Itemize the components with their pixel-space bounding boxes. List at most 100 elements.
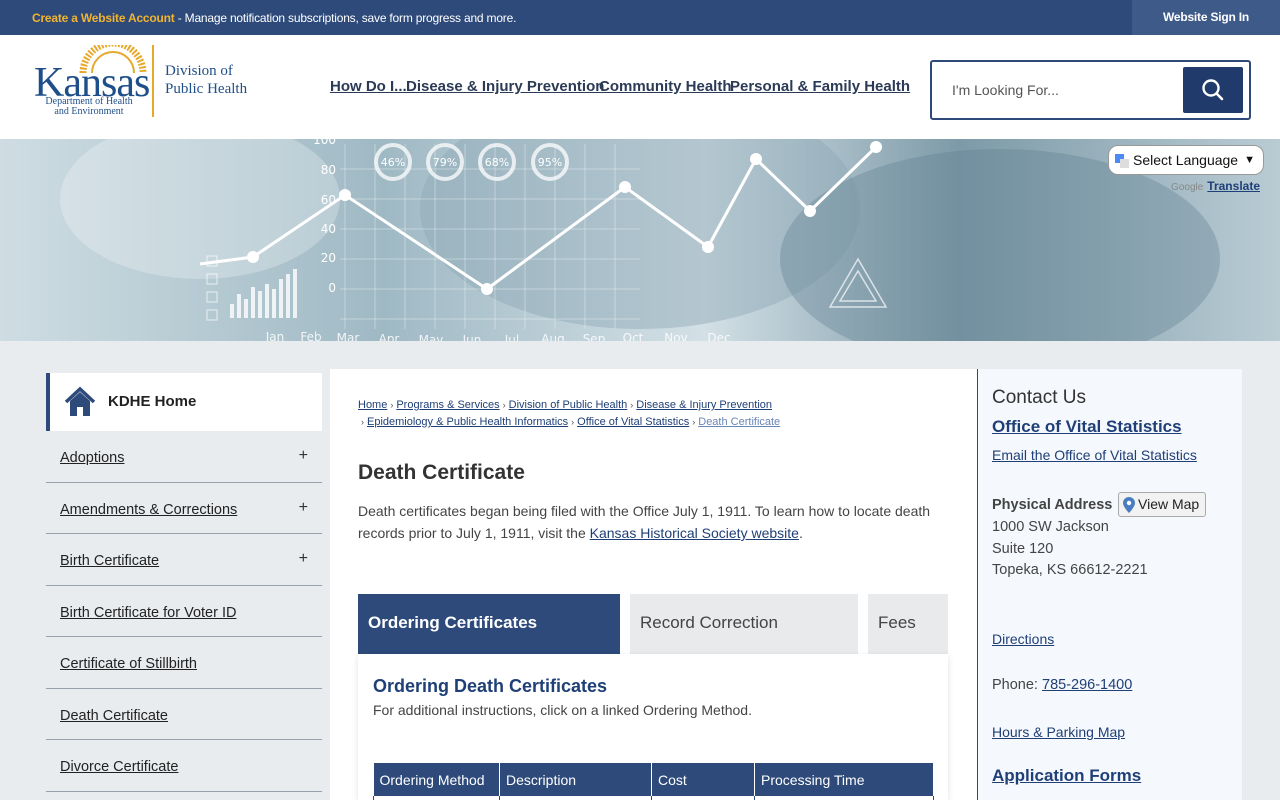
map-pin-icon <box>1123 497 1135 513</box>
sidebar-item-birth-certificate[interactable]: Birth Certificate + <box>46 534 322 586</box>
application-forms-link[interactable]: Application Forms <box>992 766 1141 786</box>
promo-text: - Manage notification subscriptions, sav… <box>174 11 517 25</box>
breadcrumb-link[interactable]: Epidemiology & Public Health Informatics <box>367 416 568 428</box>
view-map-button[interactable]: View Map <box>1118 492 1206 517</box>
office-link[interactable]: Office of Vital Statistics <box>992 417 1182 437</box>
breadcrumb: Home › Programs & Services › Division of Pub… <box>358 397 818 431</box>
table-header: Description <box>499 763 652 796</box>
banner-y-tick: 40 <box>321 222 336 236</box>
site-search: I'm Looking For... <box>930 60 1251 120</box>
banner-circle-label: 79% <box>433 156 457 169</box>
contact-title: Contact Us <box>992 387 1086 408</box>
breadcrumb-link[interactable]: Programs & Services <box>396 399 499 411</box>
sidebar-item-birth-certificate-voter-id[interactable]: Birth Certificate for Voter ID <box>46 586 322 637</box>
expand-icon[interactable]: + <box>299 550 308 568</box>
logo-divider <box>152 45 154 117</box>
select-language-label: Select Language <box>1133 152 1239 168</box>
panel-heading: Ordering Death Certificates <box>373 676 608 696</box>
hours-parking-link[interactable]: Hours & Parking Map <box>992 724 1125 740</box>
search-input[interactable]: I'm Looking For... <box>952 82 1059 98</box>
email-link[interactable]: Email the Office of Vital Statistics <box>992 447 1197 463</box>
banner-month: Dec <box>707 331 730 341</box>
sidebar-item-certificate-of-stillbirth[interactable]: Certificate of Stillbirth <box>46 637 322 689</box>
banner-month: Nov <box>664 331 687 341</box>
banner-month: Apr <box>379 332 400 341</box>
search-icon <box>1202 79 1224 101</box>
sign-in-button[interactable]: Website Sign In <box>1132 0 1280 35</box>
sidebar-item-label[interactable]: Certificate of Stillbirth <box>60 656 197 672</box>
table-header-row: Ordering Method Description Cost Process… <box>373 763 934 796</box>
banner-month: Jan <box>265 330 285 341</box>
sidebar-item-label[interactable]: Birth Certificate for Voter ID <box>60 605 236 621</box>
expand-icon[interactable]: + <box>299 499 308 517</box>
nav-disease-injury-prevention[interactable]: Disease & Injury Prevention <box>406 78 604 95</box>
address-line: 1000 SW Jackson <box>992 519 1109 535</box>
sidebar-item-label[interactable]: Adoptions <box>60 450 125 466</box>
hero-banner: 46% 79% 68% 95% 100 80 60 40 20 0 Jan Fe… <box>0 139 1280 341</box>
home-icon <box>64 386 96 416</box>
sidebar-item-amendments-corrections[interactable]: Amendments & Corrections + <box>46 483 322 534</box>
contact-panel: Contact Us Office of Vital Statistics Em… <box>978 369 1242 800</box>
view-map-label: View Map <box>1138 496 1200 512</box>
banner-circle-label: 46% <box>381 156 405 169</box>
nav-personal-family-health[interactable]: Personal & Family Health <box>730 78 910 95</box>
logo-dept-line2: and Environment <box>54 106 124 117</box>
logo-division-line2: Public Health <box>165 81 248 97</box>
language-select[interactable]: Select Language ▼ <box>1108 145 1264 175</box>
logo-division: Division of Public Health <box>165 62 247 98</box>
sidebar-item-label[interactable]: Amendments & Corrections <box>60 502 237 518</box>
google-label: Google <box>1171 182 1204 193</box>
table-header: Ordering Method <box>373 763 500 796</box>
breadcrumb-link[interactable]: Division of Public Health <box>509 399 628 411</box>
phone: Phone: 785-296-1400 <box>992 677 1132 693</box>
sidebar-item-label[interactable]: Birth Certificate <box>60 553 159 569</box>
banner-circle-label: 95% <box>538 156 562 169</box>
address-line: Suite 120 <box>992 541 1054 557</box>
breadcrumb-link[interactable]: Disease & Injury Prevention <box>636 399 772 411</box>
table-header: Cost <box>651 763 755 796</box>
sidebar-item-divorce-certificate[interactable]: Divorce Certificate <box>46 740 322 792</box>
banner-month: Feb <box>300 330 321 341</box>
banner-y-tick: 80 <box>321 163 336 177</box>
chevron-down-icon: ▼ <box>1244 154 1255 166</box>
sidebar-item-label[interactable]: Divorce Certificate <box>60 759 178 775</box>
nav-community-health[interactable]: Community Health <box>599 78 732 95</box>
breadcrumb-separator: › <box>571 417 575 427</box>
historical-society-link[interactable]: Kansas Historical Society website <box>590 525 799 541</box>
breadcrumb-link[interactable]: Home <box>358 399 387 411</box>
account-promo: Create a Website Account - Manage notifi… <box>32 11 516 25</box>
table-row <box>373 796 934 800</box>
sidebar-item-label[interactable]: Death Certificate <box>60 708 168 724</box>
breadcrumb-link[interactable]: Office of Vital Statistics <box>577 416 689 428</box>
sidebar-item-adoptions[interactable]: Adoptions + <box>46 431 322 483</box>
nav-how-do-i[interactable]: How Do I... <box>330 78 407 95</box>
sidebar-item-kdhe-home[interactable]: KDHE Home <box>46 373 322 431</box>
banner-month: Aug <box>541 332 564 341</box>
site-header: Kansas Department of Health and Environm… <box>0 35 1280 139</box>
phone-link[interactable]: 785-296-1400 <box>1042 677 1132 693</box>
breadcrumb-separator: › <box>692 417 696 427</box>
create-account-link[interactable]: Create a Website Account <box>32 11 175 25</box>
breadcrumb-current[interactable]: Death Certificate <box>698 416 780 428</box>
breadcrumb-separator: › <box>390 400 394 410</box>
banner-circle-label: 68% <box>485 156 509 169</box>
banner-month: Oct <box>623 331 644 341</box>
banner-y-tick: 100 <box>313 139 336 147</box>
sidebar-home-label: KDHE Home <box>108 393 197 410</box>
translate-powered-by: Google Translate <box>1171 179 1260 193</box>
expand-icon[interactable]: + <box>299 447 308 465</box>
search-button[interactable] <box>1183 67 1243 113</box>
translate-link[interactable]: Translate <box>1207 179 1260 193</box>
banner-graphic: 46% 79% 68% 95% 100 80 60 40 20 0 Jan Fe… <box>60 139 1220 341</box>
tab-record-correction[interactable]: Record Correction <box>630 594 858 654</box>
sidebar-item-death-certificate[interactable]: Death Certificate <box>46 689 322 740</box>
directions-link[interactable]: Directions <box>992 631 1054 647</box>
main-content: Home › Programs & Services › Division of Pub… <box>330 369 978 800</box>
kdhe-logo[interactable]: Kansas Department of Health and Environm… <box>34 45 264 120</box>
tab-fees[interactable]: Fees <box>868 594 948 654</box>
tab-ordering-certificates[interactable]: Ordering Certificates <box>358 594 620 654</box>
panel-description: For additional instructions, click on a … <box>373 702 752 718</box>
banner-month: Mar <box>337 331 360 341</box>
banner-y-tick: 0 <box>328 281 336 295</box>
address-line: Topeka, KS 66612-2221 <box>992 562 1148 578</box>
